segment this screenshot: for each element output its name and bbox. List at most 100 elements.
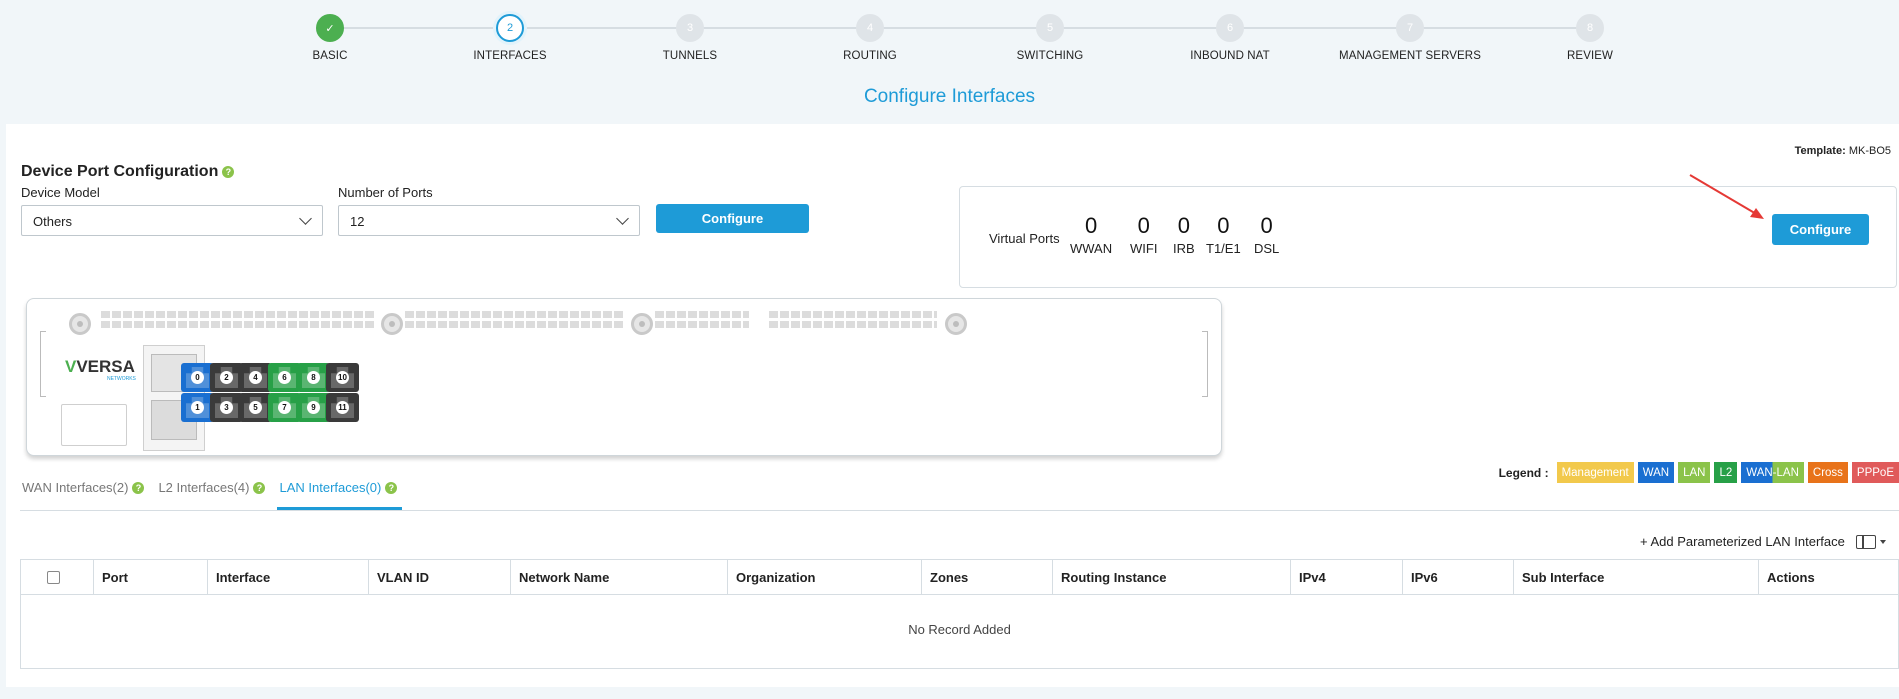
column-header[interactable]: VLAN ID	[368, 560, 510, 595]
template-info: Template: MK-BO5	[1795, 145, 1891, 157]
legend-pppoe: PPPoE	[1851, 462, 1899, 483]
port-number: 7	[278, 401, 291, 414]
antenna-icon	[631, 313, 653, 335]
tab-lan-interfaces[interactable]: LAN Interfaces(0)?	[279, 480, 398, 495]
step-number: 5	[1036, 14, 1064, 42]
add-parameterized-lan-interface-link[interactable]: + Add Parameterized LAN Interface	[1640, 534, 1845, 549]
virtual-port-label: WWAN	[1070, 241, 1113, 256]
tab-label: LAN Interfaces(0)	[279, 480, 382, 495]
virtual-port-label: WIFI	[1130, 241, 1158, 256]
logo-text: VERSA	[76, 357, 135, 376]
wizard-step-label: ROUTING	[843, 50, 897, 62]
vent-grille	[405, 321, 625, 328]
virtual-port-label: DSL	[1254, 241, 1280, 256]
vent-grille	[101, 311, 375, 318]
column-header[interactable]: Zones	[921, 560, 1052, 595]
column-header[interactable]: Routing Instance	[1052, 560, 1290, 595]
port-number: 0	[191, 371, 204, 384]
check-icon: ✓	[316, 14, 344, 42]
port-number: 1	[191, 401, 204, 414]
column-header[interactable]: IPv6	[1402, 560, 1513, 595]
wizard-step-label: INTERFACES	[473, 50, 547, 62]
ports-value: 12	[350, 214, 365, 229]
column-header[interactable]: Interface	[207, 560, 368, 595]
select-all-cell	[21, 560, 93, 595]
column-header[interactable]: Port	[93, 560, 207, 595]
device-model-select[interactable]: Others	[21, 205, 323, 236]
ports-label: Number of Ports	[338, 185, 433, 200]
port-number: 3	[220, 401, 233, 414]
virtual-port-count: 0	[1177, 213, 1190, 238]
step-number: 7	[1396, 14, 1424, 42]
column-header[interactable]: IPv4	[1290, 560, 1402, 595]
port-number: 8	[307, 371, 320, 384]
tab-divider	[20, 510, 1899, 511]
column-header[interactable]: Actions	[1758, 560, 1899, 595]
virtual-port-count: 0	[1084, 213, 1098, 238]
ports-select[interactable]: 12	[338, 205, 640, 236]
wizard-step-review[interactable]: 8 REVIEW	[1500, 14, 1680, 62]
virtual-ports-label: Virtual Ports	[989, 231, 1060, 246]
port-number: 2	[220, 371, 233, 384]
port-11[interactable]: 11	[326, 393, 359, 422]
column-header[interactable]: Network Name	[510, 560, 727, 595]
legend-management: Management	[1556, 462, 1634, 483]
page-title: Configure Interfaces	[863, 86, 1036, 107]
columns-icon[interactable]	[1856, 535, 1876, 549]
legend-wan: WAN	[1637, 462, 1675, 483]
help-icon[interactable]: ?	[385, 481, 398, 494]
table-header: Port Interface VLAN ID Network Name Orga…	[21, 560, 1898, 595]
port-number: 9	[307, 401, 320, 414]
port-10[interactable]: 10	[326, 363, 359, 392]
help-icon[interactable]: ?	[253, 481, 266, 494]
antenna-icon	[69, 313, 91, 335]
wizard-step-interfaces[interactable]: 2 INTERFACES	[420, 14, 600, 62]
step-number: 6	[1216, 14, 1244, 42]
virtual-port-count: 0	[1137, 213, 1150, 238]
column-header[interactable]: Organization	[727, 560, 921, 595]
wizard-step-inbound-nat[interactable]: 6 INBOUND NAT	[1140, 14, 1320, 62]
port-number: 11	[336, 401, 349, 414]
wizard-step-tunnels[interactable]: 3 TUNNELS	[600, 14, 780, 62]
tab-wan-interfaces[interactable]: WAN Interfaces(2)?	[22, 480, 145, 495]
device-model-label: Device Model	[21, 185, 100, 200]
chevron-down-icon	[299, 212, 312, 225]
template-label: Template:	[1794, 145, 1846, 157]
wizard-step-label: MANAGEMENT SERVERS	[1339, 50, 1481, 62]
device-model-value: Others	[33, 214, 73, 229]
vent-grille	[405, 311, 625, 318]
legend-l2: L2	[1714, 462, 1738, 483]
help-icon[interactable]: ?	[222, 165, 235, 178]
wizard-step-management-servers[interactable]: 7 MANAGEMENT SERVERS	[1320, 14, 1500, 62]
empty-table-message: No Record Added	[908, 622, 1011, 637]
section-title-text: Device Port Configuration	[21, 163, 219, 180]
column-header[interactable]: Sub Interface	[1513, 560, 1758, 595]
antenna-icon	[945, 313, 967, 335]
port-number: 6	[278, 371, 291, 384]
vent-grille	[769, 311, 937, 318]
vent-grille	[655, 311, 749, 318]
sfp-slot	[61, 404, 127, 446]
wizard-step-label: TUNNELS	[662, 50, 718, 62]
wizard-step-switching[interactable]: 5 SWITCHING	[960, 14, 1140, 62]
vent-grille	[655, 321, 749, 328]
step-number: 8	[1576, 14, 1604, 42]
virtual-port-wwan: 0 WWAN	[1070, 213, 1113, 257]
section-title: Device Port Configuration?	[21, 163, 235, 181]
tab-l2-interfaces[interactable]: L2 Interfaces(4)?	[158, 480, 266, 495]
step-number: 4	[856, 14, 884, 42]
wizard-step-routing[interactable]: 4 ROUTING	[780, 14, 960, 62]
virtual-port-t1e1: 0 T1/E1	[1206, 215, 1241, 257]
configure-virtual-ports-button[interactable]: Configure	[1772, 214, 1869, 245]
device-front-panel: VVERSA NETWORKS 0 2 4 6 8 10 1 3 5 7 9 1…	[26, 298, 1222, 456]
select-all-checkbox[interactable]	[47, 571, 60, 584]
annotation-arrow-icon	[1689, 174, 1764, 219]
chevron-down-icon	[616, 212, 629, 225]
step-number: 2	[496, 14, 524, 42]
help-icon[interactable]: ?	[132, 481, 145, 494]
port-number: 10	[336, 371, 349, 384]
virtual-port-label: T1/E1	[1206, 241, 1241, 256]
configure-ports-button[interactable]: Configure	[656, 204, 809, 233]
wizard-step-basic[interactable]: ✓ BASIC	[240, 14, 420, 62]
caret-down-icon[interactable]	[1880, 540, 1886, 544]
